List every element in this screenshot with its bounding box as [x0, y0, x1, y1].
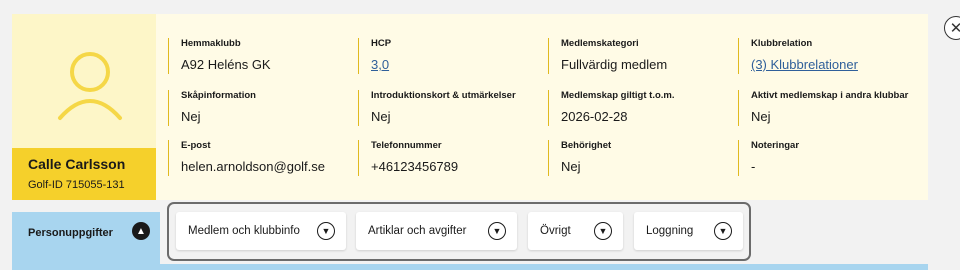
info-hemmaklubb: Hemmaklubb A92 Heléns GK [168, 38, 271, 74]
tab-ovrigt[interactable]: Övrigt ▼ [528, 212, 623, 250]
profile-name-block: Calle Carlsson Golf-ID 715055-131 [12, 148, 156, 200]
tab-personuppgifter[interactable]: Personuppgifter ▲ [12, 212, 160, 270]
info-value: - [751, 159, 756, 174]
info-skåpinformation: Skåpinformation Nej [168, 90, 256, 126]
info-label: Telefonnummer [371, 140, 442, 151]
info-label: Skåpinformation [181, 90, 256, 101]
info-medlemskategori: Medlemskategori Fullvärdig medlem [548, 38, 667, 74]
tab-artiklar-och-avgifter-label: Artiklar och avgifter [368, 225, 467, 237]
info-value: Nej [181, 109, 201, 124]
tab-loggning-label: Loggning [646, 225, 694, 237]
info-telefonnummer: Telefonnummer +46123456789 [358, 140, 458, 176]
tab-content-edge [160, 264, 928, 270]
chevron-down-icon: ▼ [317, 222, 335, 240]
info-value: Nej [371, 109, 391, 124]
info-label: HCP [371, 38, 392, 49]
info-value-link[interactable]: 3,0 [371, 57, 391, 72]
info-hcp: HCP 3,0 [358, 38, 391, 74]
info-value: helen.arnoldson@golf.se [181, 159, 326, 174]
info-value: 2026-02-28 [561, 109, 628, 124]
info-value: A92 Heléns GK [181, 57, 271, 72]
info-label: Behörighet [561, 140, 612, 151]
tab-medlem-och-klubbinfo-label: Medlem och klubbinfo [188, 225, 300, 237]
close-button[interactable]: ✕ [944, 16, 960, 40]
tab-ovrigt-label: Övrigt [540, 225, 571, 237]
info-value: Nej [751, 109, 771, 124]
member-info-panel: Hemmaklubb A92 Heléns GK HCP 3,0 Medlemskate… [156, 14, 928, 200]
info-medlemskap-giltigt-t-o-m: Medlemskap giltigt t.o.m. 2026-02-28 [548, 90, 675, 126]
info-value: +46123456789 [371, 159, 459, 174]
info-label: Aktivt medlemskap i andra klubbar [751, 90, 909, 101]
tab-loggning[interactable]: Loggning ▼ [634, 212, 743, 250]
info-e-post: E-post helen.arnoldson@golf.se [168, 140, 325, 176]
close-icon: ✕ [949, 20, 960, 37]
info-label: Hemmaklubb [181, 38, 241, 49]
golf-id: Golf-ID 715055-131 [28, 179, 125, 191]
info-label: Medlemskategori [561, 38, 639, 49]
info-label: E-post [181, 140, 211, 151]
info-noteringar: Noteringar - [738, 140, 799, 176]
info-value: Nej [561, 159, 581, 174]
info-label: Introduktionskort & utmärkelser [371, 90, 516, 101]
info-introduktionskort-utmärkelser: Introduktionskort & utmärkelser Nej [358, 90, 516, 126]
chevron-down-icon: ▼ [488, 222, 506, 240]
info-behörighet: Behörighet Nej [548, 140, 611, 176]
user-avatar-icon [58, 52, 122, 120]
info-value-link[interactable]: (3) Klubbrelationer [751, 57, 858, 72]
chevron-down-icon: ▼ [714, 222, 732, 240]
tab-artiklar-och-avgifter[interactable]: Artiklar och avgifter ▼ [356, 212, 517, 250]
info-klubbrelation: Klubbrelation (3) Klubbrelationer [738, 38, 858, 74]
chevron-up-icon: ▲ [132, 222, 150, 240]
chevron-down-icon: ▼ [594, 222, 612, 240]
info-aktivt-medlemskap-i-andra-klubbar: Aktivt medlemskap i andra klubbar Nej [738, 90, 908, 126]
info-value: Fullvärdig medlem [561, 57, 668, 72]
tab-medlem-och-klubbinfo[interactable]: Medlem och klubbinfo ▼ [176, 212, 346, 250]
profile-name: Calle Carlsson [28, 156, 126, 172]
info-label: Klubbrelation [751, 38, 813, 49]
info-label: Noteringar [751, 140, 800, 151]
info-label: Medlemskap giltigt t.o.m. [561, 90, 675, 101]
profile-card: Calle Carlsson Golf-ID 715055-131 [12, 14, 156, 200]
